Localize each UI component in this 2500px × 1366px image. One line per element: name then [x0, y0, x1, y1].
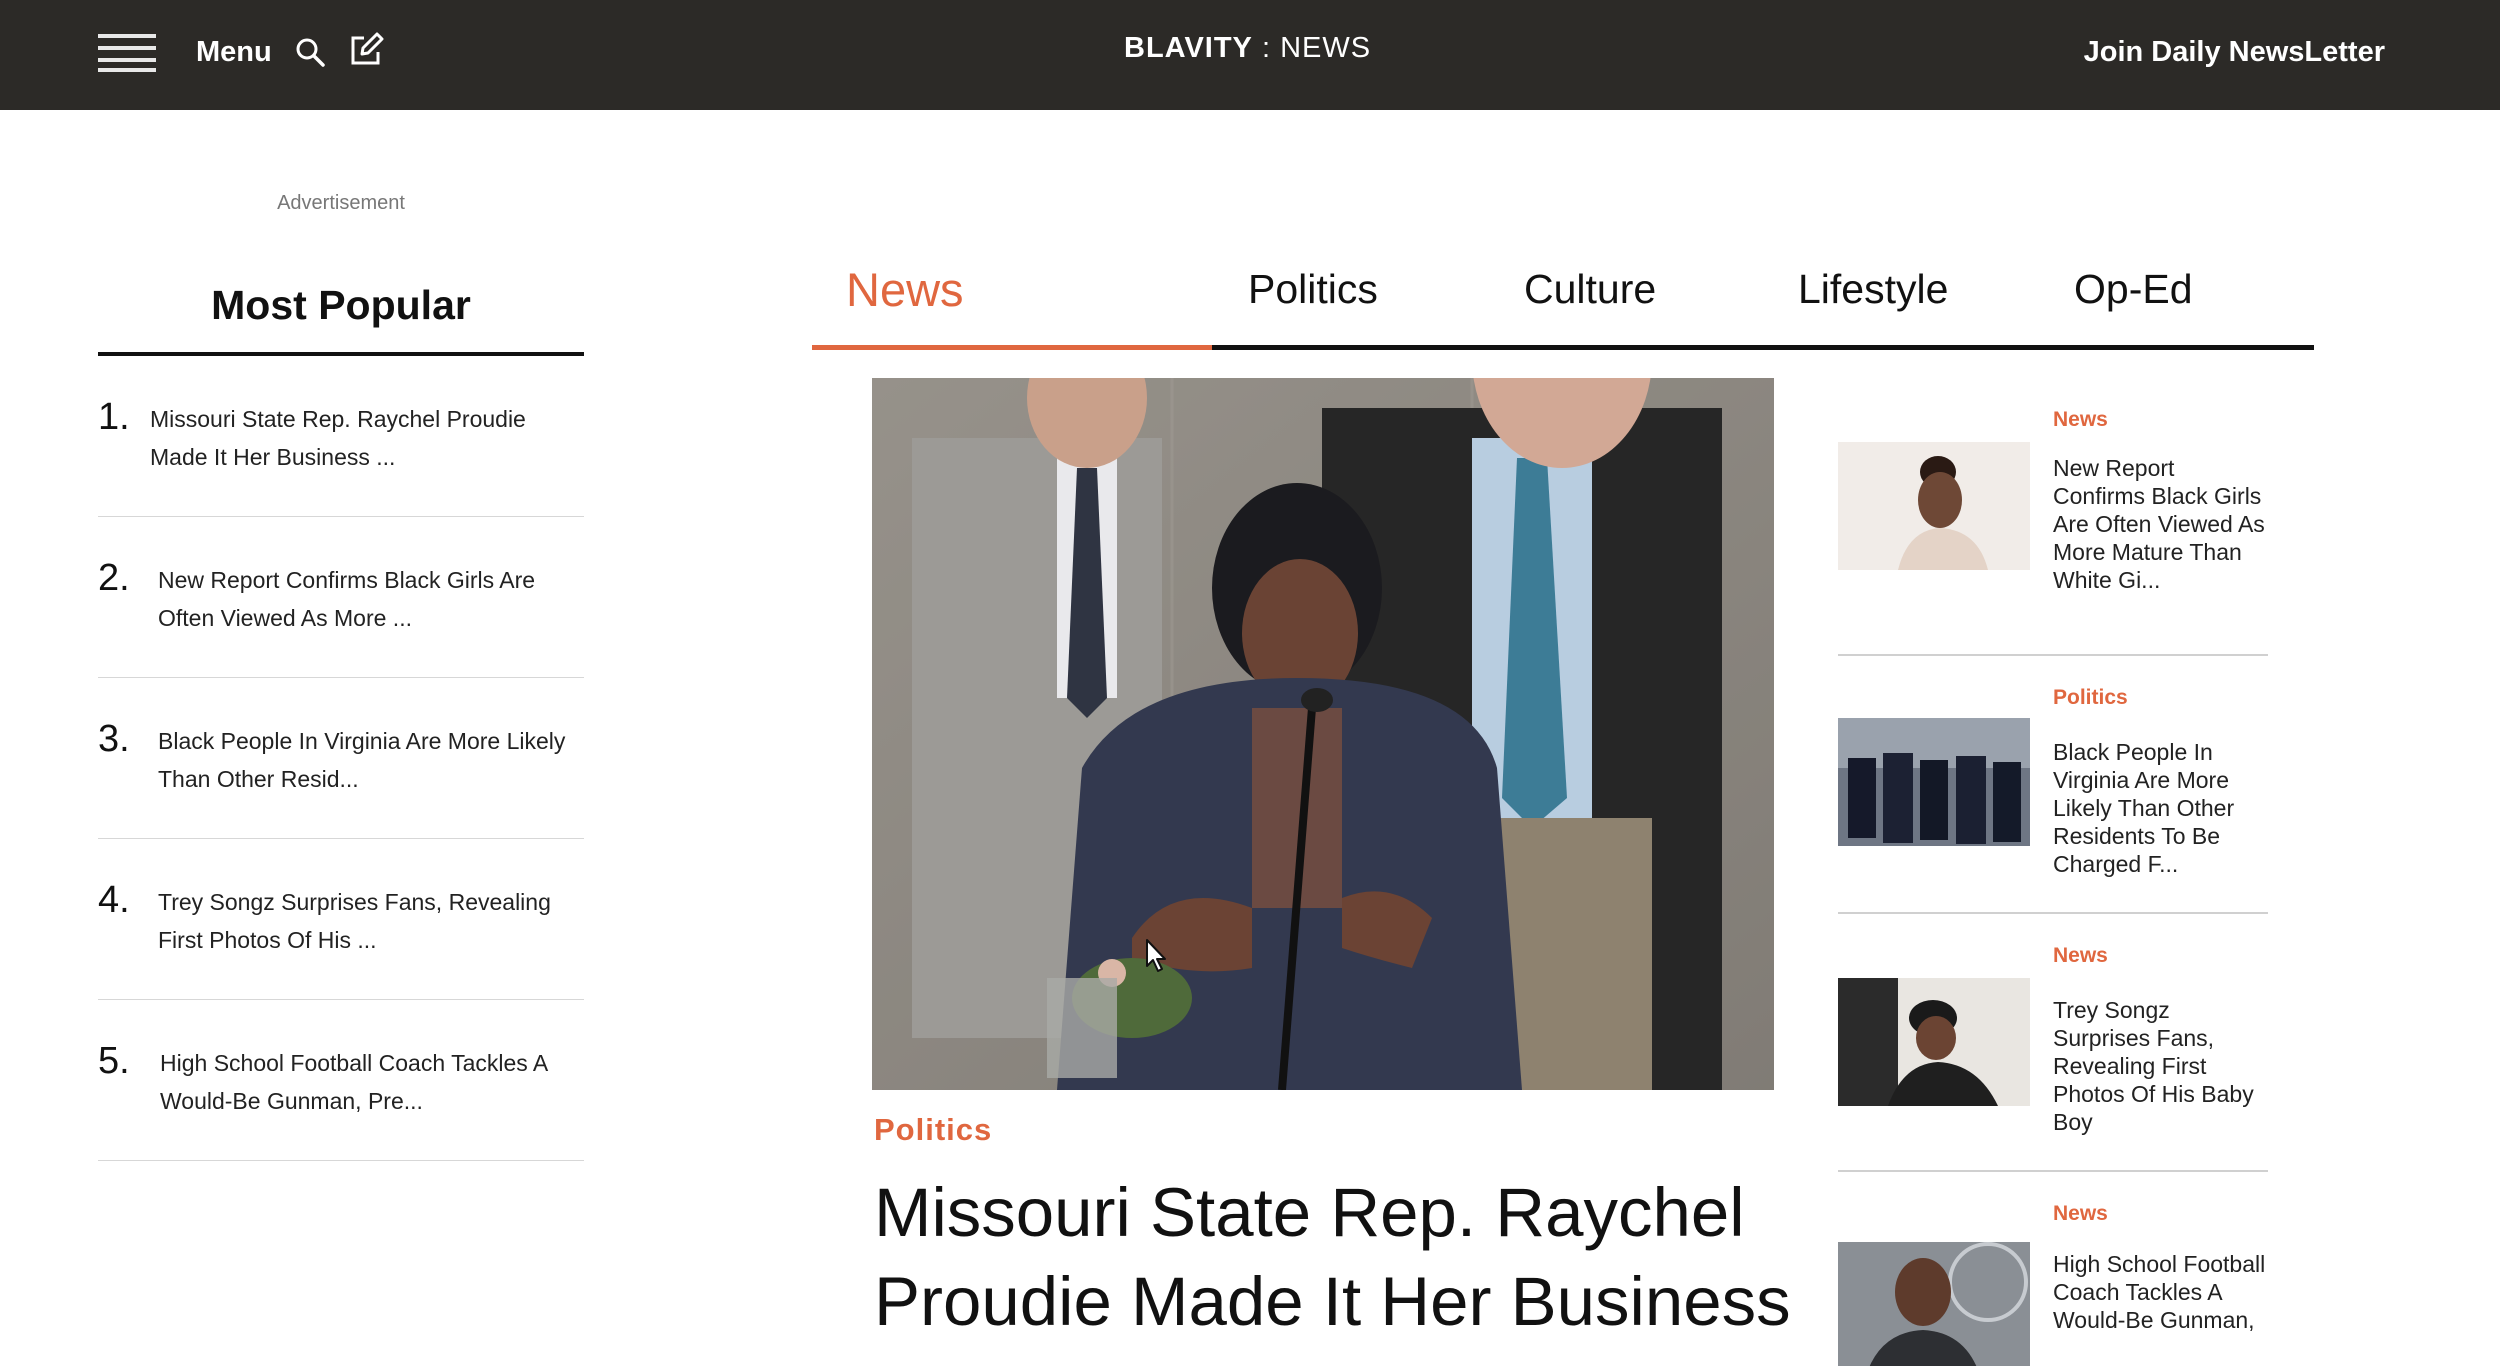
related-article-category[interactable]: Politics [2053, 686, 2128, 710]
mouse-cursor-icon [1146, 939, 1166, 972]
popular-item-number: 3. [98, 718, 130, 760]
thumbnail-image [1838, 1242, 2030, 1366]
popular-item-number: 2. [98, 557, 130, 599]
thumbnail-image [1838, 442, 2030, 570]
join-newsletter-link[interactable]: Join Daily NewsLetter [2084, 36, 2385, 69]
brand-primary: BLAVITY [1124, 32, 1253, 64]
related-article-category[interactable]: News [2053, 1202, 2108, 1226]
popular-item[interactable]: 5. High School Football Coach Tackles A … [98, 1000, 584, 1161]
advertisement-label: Advertisement [277, 192, 405, 214]
edit-icon[interactable] [348, 32, 384, 68]
related-article-title[interactable]: High School Football Coach Tackles A Wou… [2053, 1250, 2268, 1334]
related-article-category[interactable]: News [2053, 408, 2108, 432]
thumbnail-image [1838, 978, 2030, 1106]
popular-item[interactable]: 3. Black People In Virginia Are More Lik… [98, 678, 584, 839]
site-logo[interactable]: BLAVITY : NEWS [1124, 32, 1371, 65]
top-navigation-bar: Menu BLAVITY : NEWS Join Daily NewsLette… [0, 0, 2500, 110]
brand-secondary: NEWS [1280, 32, 1372, 64]
related-article[interactable]: Politics Black People In Virginia Are Mo… [1838, 656, 2268, 914]
tab-culture[interactable]: Culture [1524, 266, 1656, 313]
popular-item-title[interactable]: Missouri State Rep. Raychel Proudie Made… [150, 400, 570, 476]
popular-item[interactable]: 2. New Report Confirms Black Girls Are O… [98, 517, 584, 678]
popular-item-title[interactable]: High School Football Coach Tackles A Wou… [160, 1044, 580, 1120]
tab-politics[interactable]: Politics [1248, 266, 1378, 313]
related-article-category[interactable]: News [2053, 944, 2108, 968]
tab-news[interactable]: News [846, 262, 964, 317]
hero-article-title[interactable]: Missouri State Rep. Raychel Proudie Made… [874, 1168, 1794, 1346]
active-tab-indicator [812, 345, 1212, 350]
related-article[interactable]: News New Report Confirms Black Girls Are… [1838, 378, 2268, 656]
popular-item-title[interactable]: Black People In Virginia Are More Likely… [158, 722, 578, 798]
search-icon[interactable] [294, 36, 326, 68]
tab-op-ed[interactable]: Op-Ed [2074, 266, 2193, 313]
popular-item[interactable]: 1. Missouri State Rep. Raychel Proudie M… [98, 356, 584, 517]
popular-item-title[interactable]: Trey Songz Surprises Fans, Revealing Fir… [158, 883, 578, 959]
popular-item-number: 4. [98, 879, 130, 921]
related-article[interactable]: News Trey Songz Surprises Fans, Revealin… [1838, 914, 2268, 1172]
related-articles-rail: News New Report Confirms Black Girls Are… [1838, 378, 2268, 1366]
hero-article-image[interactable] [872, 378, 1774, 1090]
related-article-thumbnail[interactable] [1838, 718, 2030, 846]
related-article-thumbnail[interactable] [1838, 442, 2030, 570]
related-article[interactable]: News High School Football Coach Tackles … [1838, 1172, 2268, 1366]
popular-item-number: 1. [98, 396, 130, 438]
most-popular-list: 1. Missouri State Rep. Raychel Proudie M… [98, 356, 584, 1161]
related-article-thumbnail[interactable] [1838, 1242, 2030, 1366]
popular-item-number: 5. [98, 1040, 130, 1082]
related-article-title[interactable]: Black People In Virginia Are More Likely… [2053, 738, 2268, 878]
popular-item-title[interactable]: New Report Confirms Black Girls Are Ofte… [158, 561, 578, 637]
menu-button[interactable]: Menu [196, 36, 272, 69]
most-popular-heading: Most Popular [211, 282, 471, 328]
related-article-title[interactable]: Trey Songz Surprises Fans, Revealing Fir… [2053, 996, 2268, 1136]
popular-item[interactable]: 4. Trey Songz Surprises Fans, Revealing … [98, 839, 584, 1000]
hamburger-menu-icon[interactable] [98, 34, 156, 72]
hero-photo [872, 378, 1774, 1090]
tab-lifestyle[interactable]: Lifestyle [1798, 266, 1948, 313]
thumbnail-image [1838, 718, 2030, 846]
related-article-thumbnail[interactable] [1838, 978, 2030, 1106]
category-tabs: News Politics Culture Lifestyle Op-Ed [812, 252, 2314, 350]
brand-separator: : [1261, 32, 1272, 64]
related-article-title[interactable]: New Report Confirms Black Girls Are Ofte… [2053, 454, 2268, 594]
hero-category-label[interactable]: Politics [874, 1112, 992, 1148]
